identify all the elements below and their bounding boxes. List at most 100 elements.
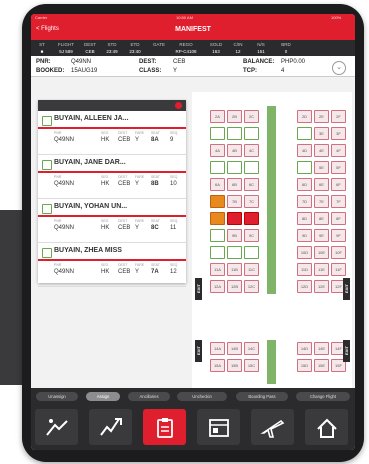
- seat-11a[interactable]: 11A: [210, 263, 225, 276]
- seat-12a[interactable]: 12A: [210, 280, 225, 293]
- seat-8d[interactable]: 8D: [297, 212, 312, 225]
- seat-9c[interactable]: 9C: [244, 229, 259, 242]
- uncheckin-button[interactable]: Uncheckin: [177, 392, 227, 401]
- seat-15a[interactable]: 15A: [210, 359, 225, 372]
- seat-12b[interactable]: 12B: [227, 280, 242, 293]
- seat-4a[interactable]: 4A: [210, 144, 225, 157]
- seat-6a[interactable]: 6A: [210, 178, 225, 191]
- passenger-card[interactable]: BUYAIN, YOHAN UN... PNR Q49NN SEG HK DEST CEB F…: [38, 199, 186, 243]
- seat-8f[interactable]: 8F: [331, 212, 346, 225]
- seat-3f[interactable]: 3F: [331, 127, 346, 140]
- seat-2f[interactable]: 2F: [331, 110, 346, 123]
- seat-15d[interactable]: 15D: [297, 359, 312, 372]
- seat-6d[interactable]: 6D: [297, 178, 312, 191]
- seat-14b[interactable]: 14B: [227, 342, 242, 355]
- change-flight-button[interactable]: Change Flight: [296, 392, 350, 401]
- assign-button[interactable]: Assign: [86, 392, 120, 401]
- seat-8e[interactable]: 8E: [314, 212, 329, 225]
- seat-occupied[interactable]: [244, 161, 259, 174]
- unassign-button[interactable]: Unassign: [36, 392, 78, 401]
- seat-2d[interactable]: 2D: [297, 110, 312, 123]
- seat-occupied[interactable]: [227, 127, 242, 140]
- expand-chevron-button[interactable]: ⌄: [332, 61, 346, 75]
- seat-11f[interactable]: 11F: [331, 263, 346, 276]
- exit-marker: EXIT: [343, 340, 350, 362]
- passenger-checkbox[interactable]: [42, 160, 52, 170]
- seat-11e[interactable]: 11E: [314, 263, 329, 276]
- seat-occupied[interactable]: [210, 161, 225, 174]
- seat-occupied[interactable]: [244, 246, 259, 259]
- seat-7d[interactable]: 7D: [297, 195, 312, 208]
- seat-occupied[interactable]: [227, 212, 242, 225]
- seat-7c[interactable]: 7C: [244, 195, 259, 208]
- seat-5f[interactable]: 5F: [331, 161, 346, 174]
- seat-6c[interactable]: 6C: [244, 178, 259, 191]
- seat-11c[interactable]: 11C: [244, 263, 259, 276]
- seat-9b[interactable]: 9B: [227, 229, 242, 242]
- seat-12e[interactable]: 12E: [314, 280, 329, 293]
- passenger-card[interactable]: BUYAIN, ZHEA MISS PNR Q49NN SEG HK DEST CEB FAR…: [38, 243, 186, 287]
- seat-14a[interactable]: 14A: [210, 342, 225, 355]
- seat-occupied[interactable]: [244, 212, 259, 225]
- seat-4d[interactable]: 4D: [297, 144, 312, 157]
- seat-11d[interactable]: 11D: [297, 263, 312, 276]
- seat-occupied[interactable]: [210, 127, 225, 140]
- seat-7f[interactable]: 7F: [331, 195, 346, 208]
- seat-4b[interactable]: 4B: [227, 144, 242, 157]
- seat-6e[interactable]: 6E: [314, 178, 329, 191]
- tab-check-in[interactable]: [35, 409, 78, 445]
- passenger-card[interactable]: BUYAIN, JANE DAR... PNR Q49NN SEG HK DEST CEB F…: [38, 155, 186, 199]
- seat-9d[interactable]: 9D: [297, 229, 312, 242]
- seat-occupied[interactable]: [210, 229, 225, 242]
- seat-occupied[interactable]: [210, 246, 225, 259]
- seat-2e[interactable]: 2E: [314, 110, 329, 123]
- seat-10d[interactable]: 10D: [297, 246, 312, 259]
- seat-7e[interactable]: 7E: [314, 195, 329, 208]
- seat-9e[interactable]: 9E: [314, 229, 329, 242]
- passenger-checkbox[interactable]: [42, 248, 52, 258]
- seat-4c[interactable]: 4C: [244, 144, 259, 157]
- seat-occupied[interactable]: [210, 212, 225, 225]
- seat-15b[interactable]: 15B: [227, 359, 242, 372]
- seat-7b[interactable]: 7B: [227, 195, 242, 208]
- seat-2a[interactable]: 2A: [210, 110, 225, 123]
- seat-occupied[interactable]: [244, 127, 259, 140]
- seat-occupied[interactable]: [297, 127, 312, 140]
- tab-home[interactable]: [305, 409, 348, 445]
- seat-occupied[interactable]: [210, 195, 225, 208]
- tab-manifest[interactable]: [143, 409, 186, 445]
- seat-4f[interactable]: 4F: [331, 144, 346, 157]
- passenger-checkbox[interactable]: [42, 204, 52, 214]
- passenger-seg: HK: [101, 269, 110, 275]
- boarding-pass-button[interactable]: Boarding Pass: [236, 392, 288, 401]
- seat-15c[interactable]: 15C: [244, 359, 259, 372]
- seat-10e[interactable]: 10E: [314, 246, 329, 259]
- seat-4e[interactable]: 4E: [314, 144, 329, 157]
- tab-flights[interactable]: [251, 409, 294, 445]
- seat-occupied[interactable]: [227, 161, 242, 174]
- seat-11b[interactable]: 11B: [227, 263, 242, 276]
- seat-14c[interactable]: 14C: [244, 342, 259, 355]
- seat-10f[interactable]: 10F: [331, 246, 346, 259]
- seat-12c[interactable]: 12C: [244, 280, 259, 293]
- seat-occupied[interactable]: [227, 246, 242, 259]
- seat-2c[interactable]: 2C: [244, 110, 259, 123]
- flight-header-std: STD: [107, 42, 117, 47]
- close-dot-icon[interactable]: [175, 102, 182, 109]
- seat-6f[interactable]: 6F: [331, 178, 346, 191]
- seat-2b[interactable]: 2B: [227, 110, 242, 123]
- passenger-checkbox[interactable]: [42, 116, 52, 126]
- tab-list[interactable]: [197, 409, 240, 445]
- ancillaries-button[interactable]: Ancillaries: [128, 392, 170, 401]
- seat-6b[interactable]: 6B: [227, 178, 242, 191]
- seat-5e[interactable]: 5E: [314, 161, 329, 174]
- seat-15e[interactable]: 15E: [314, 359, 329, 372]
- seat-9f[interactable]: 9F: [331, 229, 346, 242]
- seat-14d[interactable]: 14D: [297, 342, 312, 355]
- seat-12d[interactable]: 12D: [297, 280, 312, 293]
- tab-boarding[interactable]: [89, 409, 132, 445]
- seat-3e[interactable]: 3E: [314, 127, 329, 140]
- seat-occupied[interactable]: [297, 161, 312, 174]
- passenger-card[interactable]: BUYAIN, ALLEEN JA... PNR Q49NN SEG HK DEST CEB…: [38, 111, 186, 155]
- seat-14e[interactable]: 14E: [314, 342, 329, 355]
